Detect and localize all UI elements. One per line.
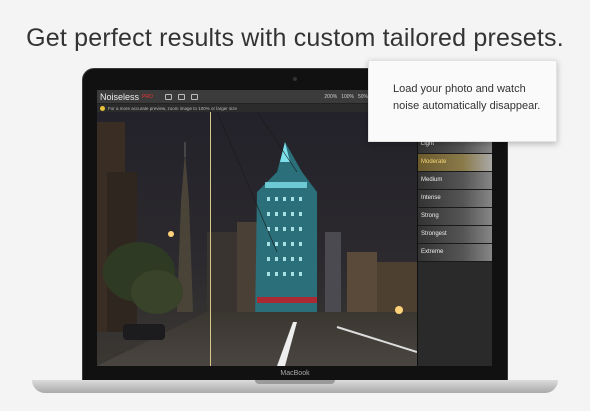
zoom-100-button[interactable]: 100%: [341, 94, 354, 100]
preset-strongest[interactable]: Strongest: [418, 226, 492, 244]
save-icon[interactable]: [177, 93, 185, 100]
preset-moderate[interactable]: Moderate: [418, 154, 492, 172]
presets-panel: Light Moderate Medium Intense Strong Str…: [417, 104, 492, 366]
preset-intense[interactable]: Intense: [418, 190, 492, 208]
preset-medium[interactable]: Medium: [418, 172, 492, 190]
share-icon[interactable]: [190, 93, 198, 100]
laptop-notch: [255, 380, 335, 384]
callout-box: Load your photo and watch noise automati…: [368, 60, 557, 142]
open-file-icon[interactable]: [164, 93, 172, 100]
zoom-50-button[interactable]: 50%: [358, 94, 368, 100]
compare-divider-handle[interactable]: [210, 112, 211, 366]
pro-badge: PRO: [142, 93, 153, 100]
webcam: [293, 77, 297, 81]
callout-line-2: noise automatically disappear.: [393, 100, 541, 112]
page-headline: Get perfect results with custom tailored…: [26, 24, 564, 52]
photo-preview[interactable]: [97, 112, 417, 366]
zoom-200-button[interactable]: 200%: [324, 94, 337, 100]
laptop-brand-label: MacBook: [280, 370, 310, 377]
preset-extreme[interactable]: Extreme: [418, 244, 492, 262]
preset-strong[interactable]: Strong: [418, 208, 492, 226]
info-text: For a more accurate preview, zoom image …: [108, 105, 238, 111]
callout-line-1: Load your photo and watch: [393, 83, 526, 95]
app-title: Noiseless: [100, 91, 140, 102]
city-night-photo: [97, 112, 417, 366]
info-icon: [100, 105, 105, 111]
